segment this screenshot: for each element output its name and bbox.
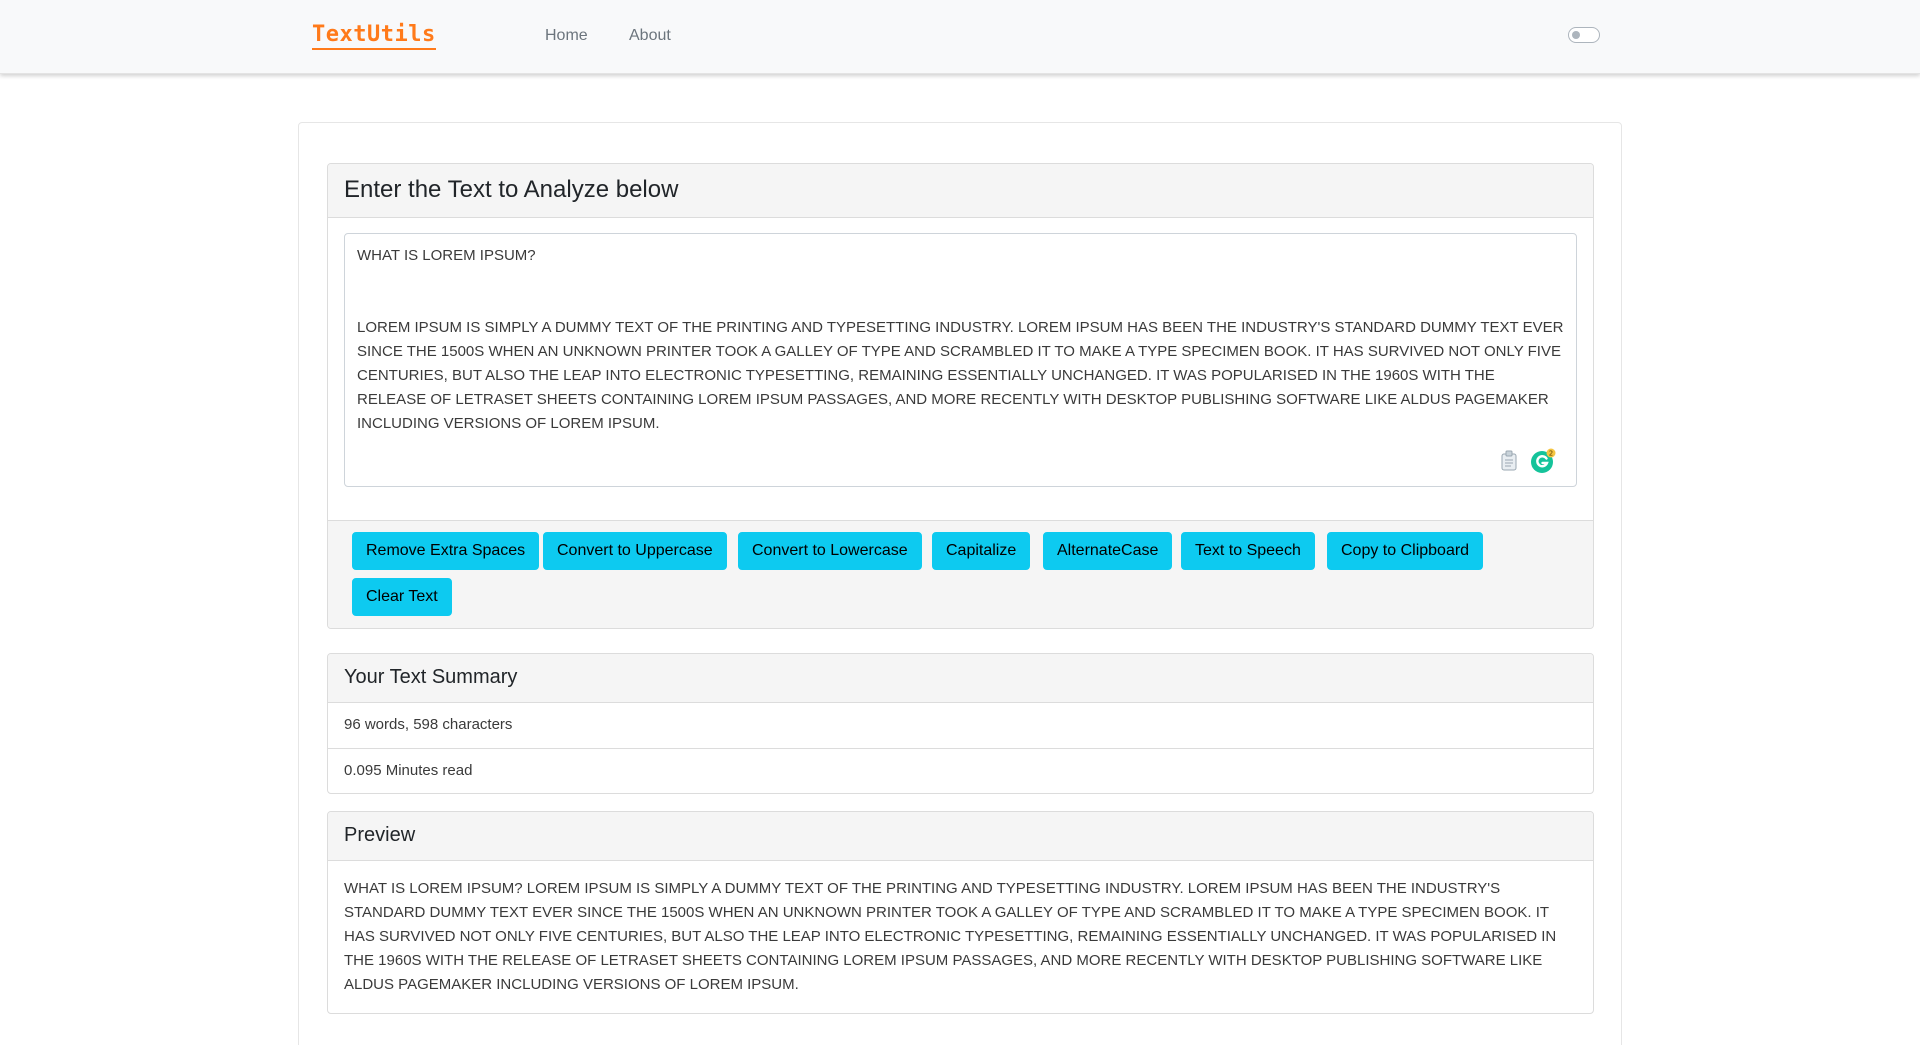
dark-mode-toggle[interactable]	[1568, 27, 1600, 43]
toggle-knob	[1572, 31, 1580, 39]
action-buttons-area: Remove Extra Spaces Convert to Uppercase…	[328, 520, 1593, 628]
analyze-heading: Enter the Text to Analyze below	[328, 164, 1593, 218]
text-to-speech-button[interactable]: Text to Speech	[1181, 532, 1315, 570]
summary-heading: Your Text Summary	[328, 654, 1593, 703]
analyze-card: Enter the Text to Analyze below WHAT IS …	[327, 163, 1594, 629]
grammarly-badge: 2	[1549, 450, 1553, 458]
copy-to-clipboard-button[interactable]: Copy to Clipboard	[1327, 532, 1484, 570]
summary-card: Your Text Summary 96 words, 598 characte…	[327, 653, 1594, 794]
word-char-count: 96 words, 598 characters	[328, 703, 1593, 749]
nav-home-link[interactable]: Home	[545, 27, 588, 45]
extension-icon[interactable]	[1500, 450, 1518, 472]
text-input-area[interactable]: WHAT IS LOREM IPSUM? LOREM IPSUM IS SIMP…	[344, 233, 1577, 487]
brand-logo[interactable]: TextUtils	[312, 22, 436, 50]
preview-card: Preview WHAT IS LOREM IPSUM? LOREM IPSUM…	[327, 811, 1594, 1014]
preview-heading: Preview	[328, 812, 1593, 861]
convert-uppercase-button[interactable]: Convert to Uppercase	[543, 532, 727, 570]
convert-lowercase-button[interactable]: Convert to Lowercase	[738, 532, 922, 570]
remove-extra-spaces-button[interactable]: Remove Extra Spaces	[352, 532, 540, 570]
alternate-case-button[interactable]: AlternateCase	[1043, 532, 1173, 570]
clear-text-button[interactable]: Clear Text	[352, 578, 452, 616]
capitalize-button[interactable]: Capitalize	[932, 532, 1031, 570]
preview-text: WHAT IS LOREM IPSUM? LOREM IPSUM IS SIMP…	[344, 880, 1557, 993]
read-time: 0.095 Minutes read	[344, 762, 473, 779]
nav-about-link[interactable]: About	[629, 27, 671, 45]
navbar: TextUtils Home About	[0, 0, 1920, 74]
grammarly-icon[interactable]: 2	[1530, 448, 1556, 474]
